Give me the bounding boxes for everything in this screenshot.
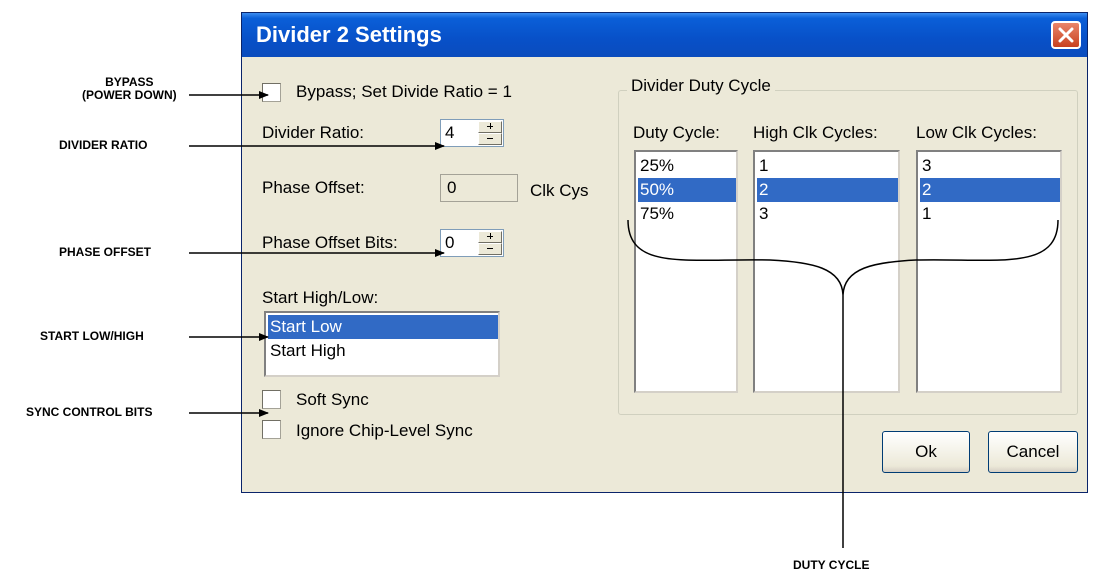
duty-cycle-brace xyxy=(627,219,1059,296)
annotation-arrows xyxy=(189,91,1059,548)
